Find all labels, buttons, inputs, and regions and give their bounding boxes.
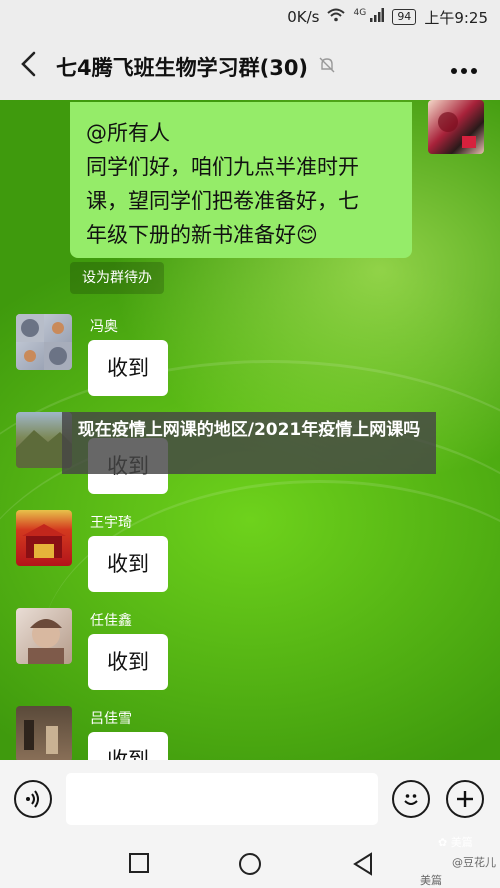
mute-bell-icon [318,56,336,78]
my-message-bubble[interactable]: @所有人 同学们好，咱们九点半准时开 课，望同学们把卷准备好，七 年级下册的新书… [70,102,412,258]
message-line: 课，望同学们把卷准备好，七 [86,189,359,213]
watermark-author: @豆花儿 [452,856,496,869]
article-title-overlay: 现在疫情上网课的地区/2021年疫情上网课吗 [62,412,436,474]
more-dots-icon[interactable] [450,52,478,82]
voice-input-icon[interactable] [14,780,52,818]
message-input[interactable] [66,773,378,825]
system-nav-bar: ✿ 美篇 @豆花儿 美篇号:6045465 [0,836,500,888]
message-line: 同学们好，咱们九点半准时开 [86,155,359,179]
avatar-tom-jerry[interactable] [16,314,72,370]
sender-name: 任佳鑫 [90,613,132,629]
sender-name: 冯奥 [90,319,118,335]
clock: 上午9:25 [424,8,488,27]
avatar-china-flag[interactable] [16,510,72,566]
emoji-icon[interactable] [392,780,430,818]
avatar-street[interactable] [16,706,72,760]
chat-title: 七4腾飞班生物学习群(30) [56,56,309,80]
watermark-brand: ✿ 美篇 [438,834,473,850]
home-icon[interactable] [238,852,262,880]
watermark-number: 美篇号:6045465 [420,874,442,887]
signal-label: 4G [353,8,367,18]
battery-indicator: 94 [392,9,417,25]
sender-name: 吕佳雪 [90,711,132,727]
chat-header: 七4腾飞班生物学习群(30) [0,34,500,100]
sender-name: 王宇琦 [90,515,132,531]
message-bubble[interactable]: 收到 [88,732,168,760]
back-triangle-icon[interactable] [352,852,374,880]
watermark-brand-text: 美篇 [450,836,473,849]
message-line: 年级下册的新书准备好😊 [86,223,318,247]
message-bubble[interactable]: 收到 [88,536,168,592]
message-bubble[interactable]: 收到 [88,634,168,690]
back-arrow-icon[interactable] [0,51,56,83]
set-group-todo-button[interactable]: 设为群待办 [70,262,164,294]
signal-icon: 4G [353,8,385,26]
network-speed: 0K/s [287,8,320,26]
message-line: @所有人 [86,121,170,145]
recent-apps-icon[interactable] [128,852,150,878]
brand-logo-icon: ✿ [438,836,448,849]
avatar-portrait[interactable] [16,608,72,664]
input-bar [0,760,500,838]
message-bubble[interactable]: 收到 [88,340,168,396]
wifi-icon [327,8,346,26]
my-avatar[interactable] [428,100,484,154]
status-bar: 0K/s 4G 94 上午9:25 [0,0,500,34]
plus-icon[interactable] [446,780,484,818]
